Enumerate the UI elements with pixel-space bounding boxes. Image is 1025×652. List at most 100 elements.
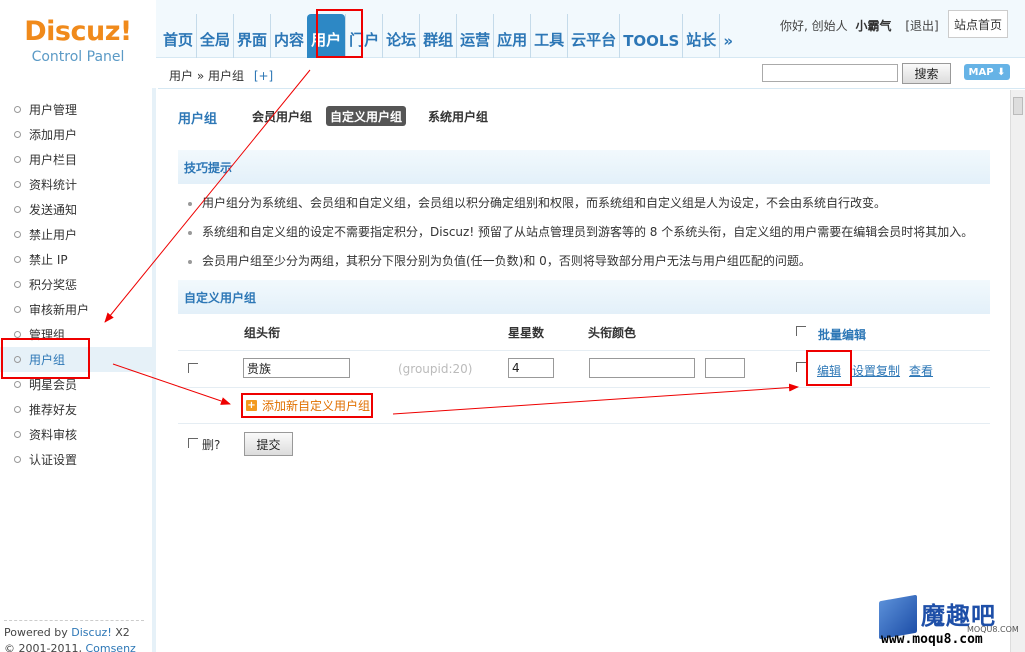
column-batch-edit: 批量编辑 [818,328,867,342]
sidebar-item[interactable]: 积分奖惩 [0,272,152,297]
tip-text: 会员用户组至少分为两组，其积分下限分别为负值(任一负数)和 0，否则将导致部分用… [202,254,811,268]
topnav-item[interactable]: 应用 [493,14,530,58]
sidebar-item-label: 用户管理 [29,103,78,117]
scrollbar-thumb[interactable] [1013,97,1023,115]
tab-custom-groups[interactable]: 自定义用户组 [326,106,407,126]
logo[interactable]: Discuz! Control Panel [0,0,156,88]
delete-label: 删? [202,438,221,452]
search-input[interactable] [762,64,898,82]
tip-text: 系统组和自定义组的设定不需要指定积分，Discuz! 预留了从站点管理员到游客等… [202,225,974,239]
groupid-label: (groupid:20) [398,362,473,376]
sidebar-item[interactable]: 资料审核 [0,422,152,447]
bullet-icon [14,231,21,238]
copyright-text: © 2001-2011, [4,642,86,652]
logo-subtitle: Control Panel [31,49,125,65]
annotation-box-add [241,393,373,418]
bullet-icon [14,256,21,263]
view-link[interactable]: 查看 [909,362,933,379]
bullet-icon [14,131,21,138]
sidebar-item-label: 积分奖惩 [29,278,78,292]
sidebar-item[interactable]: 用户栏目 [0,147,152,172]
logo-brand: Discuz! [24,16,132,47]
topnav-item[interactable]: 论坛 [382,14,419,58]
tip-text: 用户组分为系统组、会员组和自定义组，会员组以积分确定组别和权限，而系统组和自定义… [202,196,887,210]
copy-settings-link[interactable]: 设置复制 [852,362,900,379]
topnav-item[interactable]: 首页 [160,14,196,58]
username: 小霸气 [855,19,892,33]
divider [178,423,990,424]
topnav-item[interactable]: TOOLS [619,14,682,58]
stars-input[interactable]: 4 [508,358,554,378]
top-nav: 首页 全局 界面 内容 用户 门户 论坛 群组 运营 应用 工具 云平台 TOOLS 站长» [160,14,736,58]
tips-header: 技巧提示 [178,150,990,184]
delete-checkbox[interactable] [188,438,198,448]
topnav-item[interactable]: » [719,14,736,58]
greeting-text: 你好, 创始人 [780,19,848,33]
sidebar-item[interactable]: 用户管理 [0,97,152,122]
tab-system-groups[interactable]: 系统用户组 [424,106,492,126]
bullet-icon [188,201,192,206]
sidebar-item-label: 推荐好友 [29,403,78,417]
submit-button[interactable]: 提交 [244,432,293,456]
topnav-item[interactable]: 运营 [456,14,493,58]
sidebar-item[interactable]: 推荐好友 [0,397,152,422]
bullet-icon [14,181,21,188]
sidebar-item-label: 用户栏目 [29,153,78,167]
site-home-button[interactable]: 站点首页 [948,10,1008,38]
color-input[interactable] [589,358,695,378]
search-button[interactable]: 搜索 [902,63,951,84]
bullet-icon [188,259,192,264]
sidebar-item-label: 禁止 IP [29,253,68,267]
sidebar-item-label: 认证设置 [29,453,78,467]
topnav-item[interactable]: 群组 [419,14,456,58]
column-color: 头衔颜色 [588,326,637,340]
bullet-icon [14,106,21,113]
topnav-item[interactable]: 内容 [270,14,307,58]
sidebar-divider [152,88,156,652]
breadcrumb-path: 用户 » 用户组 [169,69,244,83]
sidebar-item[interactable]: 发送通知 [0,197,152,222]
main-content: 用户组 会员用户组 自定义用户组 系统用户组 技巧提示 用户组分为系统组、会员组… [158,90,1008,652]
sidebar-item[interactable]: 禁止用户 [0,222,152,247]
sidebar-item[interactable]: 认证设置 [0,447,152,472]
sidebar-item[interactable]: 审核新用户 [0,297,152,322]
group-title-input[interactable]: 贵族 [243,358,350,378]
color-swatch[interactable] [705,358,745,378]
bullet-icon [14,306,21,313]
topnav-item[interactable]: 界面 [233,14,270,58]
add-to-favorites-link[interactable]: [+] [254,69,273,83]
row-batch-checkbox[interactable] [796,362,806,372]
breadcrumb: 用户 » 用户组 [+] [169,67,273,84]
powered-by-footer: Powered by Discuz! X2 © 2001-2011, Comse… [4,620,144,652]
discuz-link[interactable]: Discuz! [71,626,111,639]
tab-member-groups[interactable]: 会员用户组 [248,106,316,126]
bullet-icon [14,431,21,438]
bullet-icon [14,456,21,463]
logout-link[interactable]: [退出] [905,19,938,33]
batch-edit-checkbox[interactable] [796,326,806,336]
sidebar-item[interactable]: 资料统计 [0,172,152,197]
bullet-icon [188,230,192,235]
topnav-item[interactable]: 站长 [682,14,719,58]
topnav-item[interactable]: 工具 [530,14,567,58]
sidebar-item-label: 资料审核 [29,428,78,442]
topnav-item[interactable]: 云平台 [567,14,619,58]
bullet-icon [14,406,21,413]
sidebar-item[interactable]: 添加用户 [0,122,152,147]
annotation-box-sidebar [1,338,90,379]
watermark-logo: 魔趣吧 MOQU8.COM www.moqu8.com [877,594,1019,648]
bullet-icon [14,381,21,388]
vertical-scrollbar[interactable] [1010,90,1025,652]
sidebar-item[interactable]: 禁止 IP [0,247,152,272]
column-stars: 星星数 [508,326,545,340]
sidebar-item-label: 资料统计 [29,178,78,192]
bullet-icon [14,331,21,338]
row-delete-checkbox[interactable] [188,363,198,373]
watermark-url: www.moqu8.com [881,632,983,647]
bullet-icon [14,206,21,213]
breadcrumb-bar: 用户 » 用户组 [+] 搜索 MAP ⬇ [158,59,1025,89]
map-button[interactable]: MAP ⬇ [964,64,1010,80]
sidebar-item-label: 禁止用户 [29,228,78,242]
sidebar-item-label: 发送通知 [29,203,78,217]
topnav-item[interactable]: 全局 [196,14,233,58]
